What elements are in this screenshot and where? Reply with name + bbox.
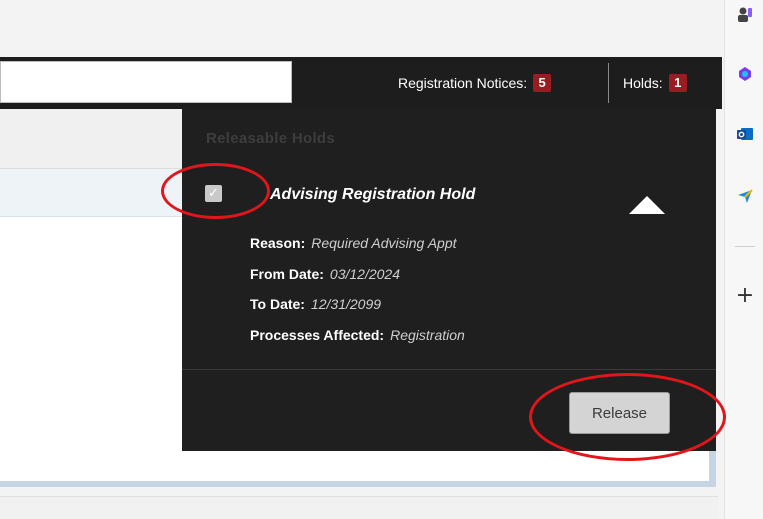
release-annotation-circle (529, 373, 726, 461)
registration-notices-label: Registration Notices: (398, 75, 528, 91)
detail-value: 03/12/2024 (329, 266, 400, 282)
profile-icon[interactable] (737, 6, 753, 22)
copilot-icon[interactable] (737, 66, 753, 82)
header-bar: Registration Notices: 5 Holds: 1 (0, 57, 722, 109)
bottom-strip (0, 496, 718, 519)
sidebar-divider (735, 246, 755, 247)
detail-label: Reason: (250, 235, 306, 251)
holds-link[interactable]: Holds: 1 (623, 74, 687, 92)
popup-separator (182, 369, 716, 370)
popup-title: Releasable Holds (206, 130, 336, 147)
registration-notices-badge: 5 (533, 74, 552, 92)
detail-label: Processes Affected: (250, 327, 385, 343)
holds-label: Holds: (623, 75, 663, 91)
hold-detail-to-date: To Date: 12/31/2099 (250, 296, 381, 312)
outlook-icon[interactable] (737, 126, 753, 142)
detail-value: Registration (390, 327, 465, 343)
registration-notices-link[interactable]: Registration Notices: 5 (398, 74, 552, 92)
collapse-arrow-icon[interactable] (629, 196, 665, 214)
detail-value: 12/31/2099 (310, 296, 382, 312)
hold-detail-from-date: From Date: 03/12/2024 (250, 266, 400, 282)
content-header-band (0, 109, 182, 169)
content-row-band (0, 169, 182, 217)
header-divider (608, 63, 609, 103)
add-icon[interactable]: + (734, 285, 756, 307)
hold-title: Advising Registration Hold (270, 186, 476, 203)
detail-label: To Date: (250, 296, 305, 312)
detail-label: From Date: (250, 266, 324, 282)
send-icon[interactable] (737, 188, 753, 204)
holds-badge: 1 (668, 74, 687, 92)
browser-sidebar: + (724, 0, 763, 519)
top-strip (0, 0, 724, 57)
detail-value: Required Advising Appt (311, 235, 457, 251)
hold-detail-processes: Processes Affected: Registration (250, 327, 465, 343)
checkbox-annotation-circle (161, 163, 270, 219)
hold-detail-reason: Reason: Required Advising Appt (250, 235, 457, 251)
search-input[interactable] (0, 61, 292, 103)
